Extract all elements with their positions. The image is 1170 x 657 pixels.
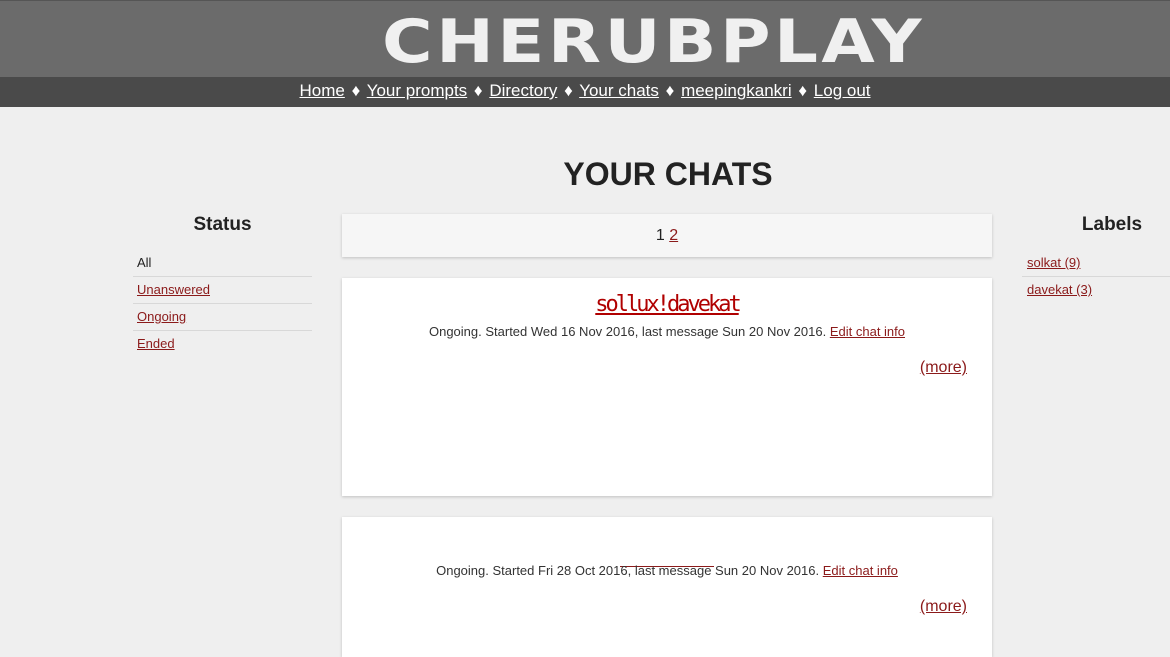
labels-panel: Labels solkat (9) davekat (3): [1022, 214, 1170, 303]
nav-separator: ♦: [564, 81, 573, 100]
nav-username-link[interactable]: meepingkankri: [681, 81, 792, 100]
label-davekat-link[interactable]: davekat (3): [1027, 282, 1092, 297]
more-link[interactable]: (more): [920, 359, 967, 377]
status-item-unanswered[interactable]: Unanswered: [133, 277, 312, 304]
status-item-ongoing[interactable]: Ongoing: [133, 304, 312, 331]
nav-home-link[interactable]: Home: [299, 81, 344, 100]
labels-list: solkat (9) davekat (3): [1022, 250, 1170, 303]
nav-separator: ♦: [351, 81, 361, 100]
status-item-ended[interactable]: Ended: [133, 331, 312, 357]
nav-separator: ♦: [665, 81, 675, 100]
pager-current-page: 1: [655, 227, 665, 244]
status-item-unanswered-link[interactable]: Unanswered: [137, 282, 210, 297]
nav-separator: ♦: [473, 81, 483, 100]
nav-your-prompts-link[interactable]: Your prompts: [367, 81, 467, 100]
chat-title-link[interactable]: sollux!davekat: [595, 292, 741, 317]
chat-card: Ongoing. Started Fri 28 Oct 2016, last m…: [342, 517, 992, 657]
edit-chat-info-link[interactable]: Edit chat info: [823, 563, 898, 578]
site-logo[interactable]: CHERUBPLAY: [382, 7, 925, 77]
chat-info: Ongoing. Started Wed 16 Nov 2016, last m…: [342, 324, 992, 339]
status-heading: Status: [193, 214, 252, 235]
status-item-all: All: [133, 250, 312, 277]
chat-status-text: Ongoing. Started Wed 16 Nov 2016, last m…: [428, 324, 827, 339]
chat-info: Ongoing. Started Fri 28 Oct 2016, last m…: [342, 563, 992, 578]
nav-separator: ♦: [798, 81, 808, 100]
edit-chat-info-link[interactable]: Edit chat info: [830, 324, 905, 339]
label-item[interactable]: davekat (3): [1022, 277, 1170, 303]
chat-status-text: Ongoing. Started Fri 28 Oct 2016, last m…: [436, 563, 820, 578]
label-solkat-link[interactable]: solkat (9): [1027, 255, 1080, 270]
pager-page-2-link[interactable]: 2: [669, 227, 678, 244]
main-nav: Home ♦ Your prompts ♦ Directory ♦ Your c…: [0, 77, 1170, 107]
chat-card: sollux!davekat Ongoing. Started Wed 16 N…: [342, 278, 992, 496]
page-title: YOUR CHATS: [563, 156, 773, 192]
nav-directory-link[interactable]: Directory: [489, 81, 557, 100]
chat-title-wrap: sollux!davekat: [342, 292, 992, 317]
site-header: CHERUBPLAY: [0, 0, 1170, 78]
status-filter-panel: Status All Unanswered Ongoing Ended: [133, 214, 312, 357]
label-item[interactable]: solkat (9): [1022, 250, 1170, 277]
more-link[interactable]: (more): [920, 598, 967, 616]
status-item-ended-link[interactable]: Ended: [137, 336, 175, 351]
nav-your-chats-link[interactable]: Your chats: [579, 81, 659, 100]
labels-heading: Labels: [1081, 214, 1143, 235]
status-item-ongoing-link[interactable]: Ongoing: [137, 309, 186, 324]
status-filter-list: All Unanswered Ongoing Ended: [133, 250, 312, 357]
nav-log-out-link[interactable]: Log out: [814, 81, 871, 100]
status-item-all-label: All: [137, 255, 152, 270]
pagination: 1 2: [342, 214, 992, 257]
